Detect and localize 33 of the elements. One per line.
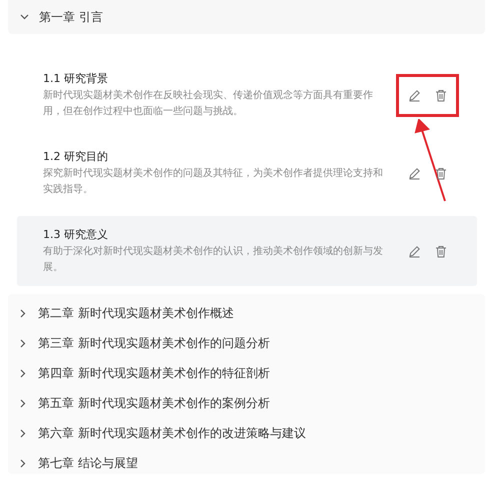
chapter-item[interactable]: 第七章 结论与展望 <box>20 448 485 477</box>
chapter-title: 第三章 新时代现实题材美术创作的问题分析 <box>38 334 270 352</box>
chapter-title: 第六章 新时代现实题材美术创作的改进策略与建议 <box>38 424 306 442</box>
chevron-right-icon <box>20 458 26 468</box>
chapter-title: 第一章 引言 <box>39 8 103 26</box>
chevron-right-icon <box>20 308 26 318</box>
chapter-item[interactable]: 第四章 新时代现实题材美术创作的特征剖析 <box>20 358 485 388</box>
section-title: 1.3 研究意义 <box>43 227 109 243</box>
trash-icon[interactable] <box>435 244 447 258</box>
chapter-header[interactable]: 第一章 引言 <box>8 0 485 34</box>
section-description: 探究新时代现实题材美术创作的问题及其特征，为美术创作者提供理论支持和实践指导。 <box>43 166 384 197</box>
section-title: 1.2 研究目的 <box>43 149 109 165</box>
chapter-title: 第二章 新时代现实题材美术创作概述 <box>38 304 234 322</box>
chevron-down-icon <box>20 14 29 20</box>
chevron-right-icon <box>20 338 26 348</box>
chapter-item[interactable]: 第六章 新时代现实题材美术创作的改进策略与建议 <box>20 418 485 448</box>
chapter-item[interactable]: 第三章 新时代现实题材美术创作的问题分析 <box>20 328 485 358</box>
pencil-icon[interactable] <box>408 244 421 258</box>
chapter-title: 第七章 结论与展望 <box>38 454 138 472</box>
chapter-title: 第四章 新时代现实题材美术创作的特征剖析 <box>38 364 270 382</box>
section-description: 有助于深化对新时代现实题材美术创作的认识，推动美术创作领域的创新与发展。 <box>43 244 384 275</box>
section-title: 1.1 研究背景 <box>43 71 109 87</box>
trash-icon[interactable] <box>435 88 447 102</box>
pencil-icon[interactable] <box>408 88 421 102</box>
trash-icon[interactable] <box>435 166 447 180</box>
chapter-item[interactable]: 第二章 新时代现实题材美术创作概述 <box>20 298 485 328</box>
chevron-right-icon <box>20 428 26 438</box>
section-description: 新时代现实题材美术创作在反映社会现实、传递价值观念等方面具有重要作用，但在创作过程中也面临一些问题与挑战。 <box>43 88 374 119</box>
chevron-right-icon <box>20 398 26 408</box>
chapter-item[interactable]: 第五章 新时代现实题材美术创作的案例分析 <box>20 388 485 418</box>
pencil-icon[interactable] <box>408 166 421 180</box>
chapter-title: 第五章 新时代现实题材美术创作的案例分析 <box>38 394 270 412</box>
chevron-right-icon <box>20 368 26 378</box>
